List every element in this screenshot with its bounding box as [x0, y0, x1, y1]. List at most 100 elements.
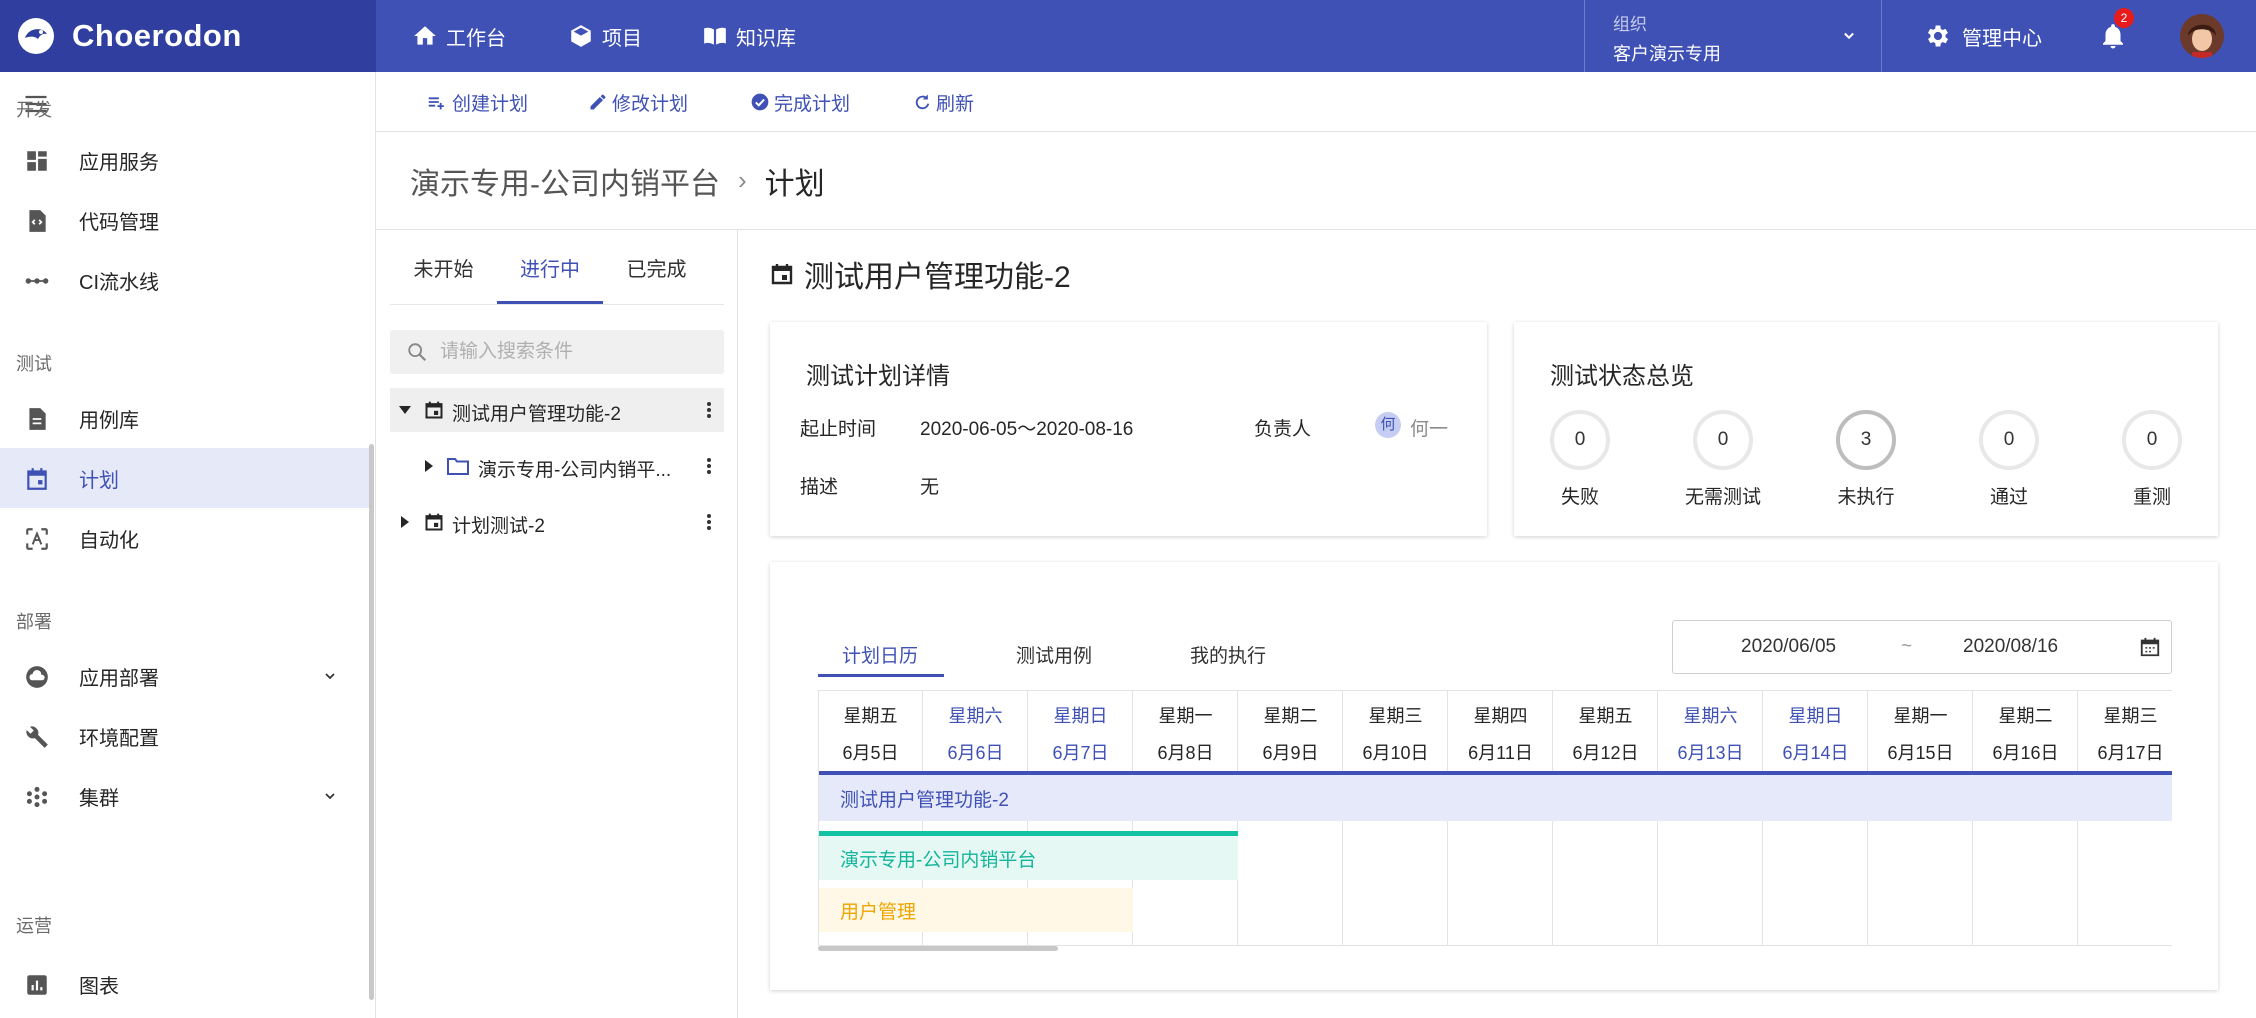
day-date: 6月12日	[1572, 743, 1639, 763]
nav-project[interactable]: 项目	[568, 0, 642, 72]
admin-center-button[interactable]: 管理中心	[1924, 0, 2042, 72]
tab-my-executions[interactable]: 我的执行	[1190, 632, 1266, 676]
tree-node-label: 演示专用-公司内销平...	[478, 460, 672, 481]
description-label: 描述	[800, 477, 839, 498]
stat-not-executed[interactable]: 3 未执行	[1796, 410, 1936, 509]
more-vertical-icon[interactable]	[706, 512, 712, 532]
refresh-label: 刷新	[936, 93, 975, 115]
caret-down-icon[interactable]	[398, 404, 412, 416]
day-weekday: 星期三	[2103, 706, 2158, 726]
stat-passed[interactable]: 0 通过	[1939, 410, 2079, 509]
refresh-button[interactable]: 刷新	[912, 72, 974, 132]
day-weekday: 星期二	[1263, 706, 1318, 726]
sidebar-item-label: 用例库	[79, 409, 139, 432]
tree-node-plan[interactable]: 测试用户管理功能-2	[390, 388, 724, 432]
sidebar-scrollbar[interactable]	[369, 444, 374, 1000]
nav-knowledge-base[interactable]: 知识库	[702, 0, 796, 72]
breadcrumb: 演示专用-公司内销平台 › 计划	[376, 132, 2256, 230]
day-date: 6月9日	[1262, 743, 1319, 763]
tab-in-progress[interactable]: 进行中	[497, 230, 603, 304]
edit-icon	[590, 94, 606, 110]
date-from[interactable]: 2020/06/05	[1741, 636, 1836, 658]
day-date: 6月11日	[1468, 743, 1533, 763]
day-date: 6月14日	[1782, 743, 1849, 763]
brand[interactable]: Choerodon	[0, 0, 376, 72]
nav-workbench[interactable]: 工作台	[412, 0, 506, 72]
chevron-down-icon	[325, 673, 335, 680]
sidebar-item-plan[interactable]: 计划	[0, 448, 370, 508]
nav-workbench-label: 工作台	[446, 27, 506, 50]
stat-failed-count: 0	[1550, 410, 1610, 470]
day-weekday: 星期一	[1158, 706, 1213, 726]
sidebar-item-label: CI流水线	[79, 271, 159, 294]
sidebar-item-env-config[interactable]: 环境配置	[0, 706, 370, 766]
tab-not-started[interactable]: 未开始	[390, 230, 497, 304]
search-input[interactable]	[440, 330, 710, 374]
calendar-picker-icon[interactable]	[2139, 636, 2161, 658]
tree-node-label: 计划测试-2	[452, 516, 545, 537]
day-weekday: 星期二	[1998, 706, 2053, 726]
sidebar-item-cluster[interactable]: 集群	[0, 766, 370, 826]
tree-node-folder[interactable]: 演示专用-公司内销平...	[390, 444, 724, 488]
stat-passed-count: 0	[1979, 410, 2039, 470]
more-vertical-icon[interactable]	[706, 400, 712, 420]
owner-name: 何一	[1410, 419, 1449, 440]
stat-no-test-needed[interactable]: 0 无需测试	[1653, 410, 1793, 509]
organization-label: 组织	[1613, 15, 1647, 34]
day-weekday: 星期六	[948, 706, 1003, 726]
admin-center-label: 管理中心	[1962, 27, 2042, 50]
top-navigation-bar: Choerodon 工作台 项目 知识库 组织 客户演示专用 管理中心 2	[0, 0, 2256, 72]
date-range-picker[interactable]: 2020/06/05 ~ 2020/08/16	[1672, 620, 2172, 674]
nav-project-label: 项目	[602, 27, 642, 50]
plan-details-title: 测试计划详情	[806, 363, 950, 390]
tab-test-cases[interactable]: 测试用例	[1016, 632, 1092, 676]
sidebar-group-operation: 运营	[16, 916, 52, 936]
tab-plan-calendar[interactable]: 计划日历	[842, 632, 918, 676]
period-value: 2020-06-05～2020-08-16	[920, 419, 1134, 440]
owner-label: 负责人	[1254, 419, 1312, 440]
complete-plan-label: 完成计划	[774, 93, 851, 115]
tab-divider	[390, 304, 724, 305]
stat-retest[interactable]: 0 重测	[2082, 410, 2222, 509]
dashboard-icon	[27, 151, 47, 171]
folder-timeline-bar[interactable]: 用户管理	[818, 888, 1133, 932]
plan-timeline-bar[interactable]: 测试用户管理功能-2	[818, 775, 2172, 821]
tab-completed[interactable]: 已完成	[603, 230, 710, 304]
sidebar-item-chart[interactable]: 图表	[0, 954, 370, 1014]
caret-right-icon[interactable]	[400, 515, 410, 529]
more-vertical-icon[interactable]	[706, 456, 712, 476]
sidebar-item-code-management[interactable]: 代码管理	[0, 190, 370, 250]
plan-calendar-card: 计划日历 测试用例 我的执行 2020/06/05 ~ 2020/08/16 星…	[770, 562, 2218, 990]
refresh-icon	[915, 94, 930, 110]
caret-right-icon[interactable]	[424, 459, 434, 473]
tree-node-plan[interactable]: 计划测试-2	[390, 500, 724, 544]
day-date: 6月8日	[1157, 743, 1214, 763]
edit-plan-button[interactable]: 修改计划	[588, 72, 688, 132]
home-icon	[414, 26, 436, 45]
sidebar-item-app-service[interactable]: 应用服务	[0, 130, 370, 190]
wrench-icon	[26, 726, 48, 748]
gear-icon	[1927, 25, 1949, 47]
owner-avatar: 何	[1375, 412, 1401, 438]
stat-no-test-needed-count: 0	[1693, 410, 1753, 470]
sidebar-item-automation[interactable]: 自动化	[0, 508, 370, 568]
stat-no-test-needed-label: 无需测试	[1684, 487, 1761, 508]
stat-failed[interactable]: 0 失败	[1510, 410, 1650, 509]
breadcrumb-project[interactable]: 演示专用-公司内销平台	[410, 159, 720, 203]
organization-value: 客户演示专用	[1613, 44, 1721, 64]
day-date: 6月5日	[842, 743, 899, 763]
organization-selector[interactable]: 组织 客户演示专用	[1584, 0, 1882, 72]
create-plan-button[interactable]: 创建计划	[426, 72, 528, 132]
plan-title: 测试用户管理功能-2	[770, 252, 1071, 296]
user-avatar[interactable]	[2180, 14, 2224, 58]
date-to[interactable]: 2020/08/16	[1963, 636, 2058, 658]
stat-not-executed-label: 未执行	[1837, 487, 1895, 508]
sidebar-item-label: 计划	[79, 469, 119, 492]
sidebar-item-case-library[interactable]: 用例库	[0, 388, 370, 448]
sidebar-item-ci-pipeline[interactable]: CI流水线	[0, 250, 370, 310]
calendar-icon	[425, 513, 443, 531]
calendar-horizontal-scrollbar[interactable]	[818, 946, 1058, 951]
project-timeline-bar[interactable]: 演示专用-公司内销平台	[818, 836, 1238, 880]
complete-plan-button[interactable]: 完成计划	[750, 72, 850, 132]
sidebar-item-app-deploy[interactable]: 应用部署	[0, 646, 370, 706]
